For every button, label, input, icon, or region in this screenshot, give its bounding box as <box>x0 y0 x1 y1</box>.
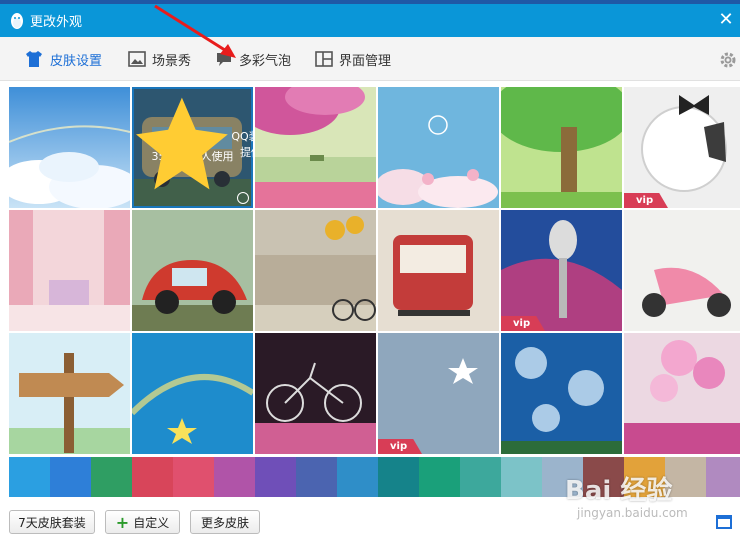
color-swatch[interactable] <box>624 457 665 497</box>
skin-tile-summer-train[interactable]: 夏日列车 3516733人使用 QQ装扮提供 <box>132 87 253 208</box>
color-swatch[interactable] <box>501 457 542 497</box>
skin-tile-dandelions[interactable] <box>501 333 622 454</box>
mini-window-icon[interactable] <box>716 515 732 529</box>
skin-tile-sky-clouds[interactable] <box>9 87 130 208</box>
skin-tile-green-tree[interactable] <box>501 87 622 208</box>
color-swatch[interactable] <box>706 457 740 497</box>
skin-tile-wooden-sign[interactable] <box>9 333 130 454</box>
skin-tile-pink-balloons[interactable] <box>624 333 740 454</box>
color-swatch[interactable] <box>132 457 173 497</box>
color-swatch[interactable] <box>50 457 91 497</box>
color-swatch[interactable] <box>9 457 50 497</box>
tab-label: 界面管理 <box>339 53 392 69</box>
tab-colorful-bubbles[interactable]: 多彩气泡 <box>215 47 291 71</box>
skin-tile-moon-star[interactable]: vip <box>378 333 499 454</box>
tab-label: 场景秀 <box>152 53 192 69</box>
layout-icon <box>315 51 333 67</box>
color-swatch[interactable] <box>378 457 419 497</box>
tab-label: 多彩气泡 <box>239 53 292 69</box>
more-skins-button[interactable]: 更多皮肤 <box>190 510 260 534</box>
color-swatch[interactable] <box>296 457 337 497</box>
window-title: 更改外观 <box>30 15 83 30</box>
bottom-bar: 7天皮肤套装 + 自定义 更多皮肤 <box>0 497 740 543</box>
appearance-window: 更改外观 ✕ 皮肤设置 场景秀 多彩气泡 界面管理 QQ 提 vip vip v… <box>0 0 740 543</box>
preview-search-icon[interactable] <box>237 192 249 204</box>
qq-penguin-icon <box>11 12 23 29</box>
tab-label: 皮肤设置 <box>50 53 103 69</box>
skin-tile-blue-bubble-flowers[interactable] <box>378 87 499 208</box>
custom-skin-button[interactable]: + 自定义 <box>105 510 180 534</box>
chat-bubble-icon <box>217 53 231 66</box>
color-swatch[interactable] <box>255 457 296 497</box>
skin-tile-pink-scooter[interactable] <box>624 210 740 331</box>
button-label: 7天皮肤套装 <box>18 515 86 530</box>
color-swatch[interactable] <box>665 457 706 497</box>
color-swatch[interactable] <box>460 457 501 497</box>
skin-tile-microphone[interactable]: vip <box>501 210 622 331</box>
selected-skin-provider: QQ装扮提供 <box>136 87 253 204</box>
skin-tile-bow-plate[interactable]: vip <box>624 87 740 208</box>
gear-icon[interactable] <box>718 50 738 70</box>
skin-tile-sunflower-bike-wall[interactable] <box>255 210 376 331</box>
seven-day-suit-button[interactable]: 7天皮肤套装 <box>9 510 95 534</box>
tshirt-icon <box>26 51 42 67</box>
color-swatch[interactable] <box>91 457 132 497</box>
skin-grid: 夏日列车 3516733人使用 QQ装扮提供 <box>9 87 740 457</box>
skin-tile-red-tram[interactable] <box>378 210 499 331</box>
button-label: 自定义 <box>133 515 170 530</box>
image-icon <box>128 51 146 67</box>
skin-tile-pink-room[interactable] <box>9 210 130 331</box>
color-swatch[interactable] <box>214 457 255 497</box>
skin-tile-pink-tree-meadow[interactable] <box>255 87 376 208</box>
plus-icon: + <box>115 512 130 532</box>
color-swatch[interactable] <box>419 457 460 497</box>
skin-tile-blue-stars[interactable] <box>132 333 253 454</box>
skin-tile-bicycle-night[interactable] <box>255 333 376 454</box>
button-label: 更多皮肤 <box>200 515 249 530</box>
provider-label: QQ装扮提供 <box>231 129 253 159</box>
tab-scene-show[interactable]: 场景秀 <box>128 47 191 71</box>
skin-tile-red-beetle-car[interactable] <box>132 210 253 331</box>
tab-interface-management[interactable]: 界面管理 <box>315 47 391 71</box>
color-swatch[interactable] <box>542 457 583 497</box>
tab-skin-settings[interactable]: 皮肤设置 <box>24 47 102 71</box>
qq-star-icon <box>136 97 228 190</box>
color-swatch[interactable] <box>173 457 214 497</box>
close-button[interactable]: ✕ <box>716 10 736 30</box>
color-swatches <box>9 457 740 497</box>
tab-bar: 皮肤设置 场景秀 多彩气泡 界面管理 <box>0 37 740 81</box>
color-swatch[interactable] <box>583 457 624 497</box>
color-swatch[interactable] <box>337 457 378 497</box>
title-bar: 更改外观 ✕ <box>0 4 740 37</box>
selected-skin-overlay: 夏日列车 3516733人使用 QQ装扮提供 <box>132 87 253 208</box>
